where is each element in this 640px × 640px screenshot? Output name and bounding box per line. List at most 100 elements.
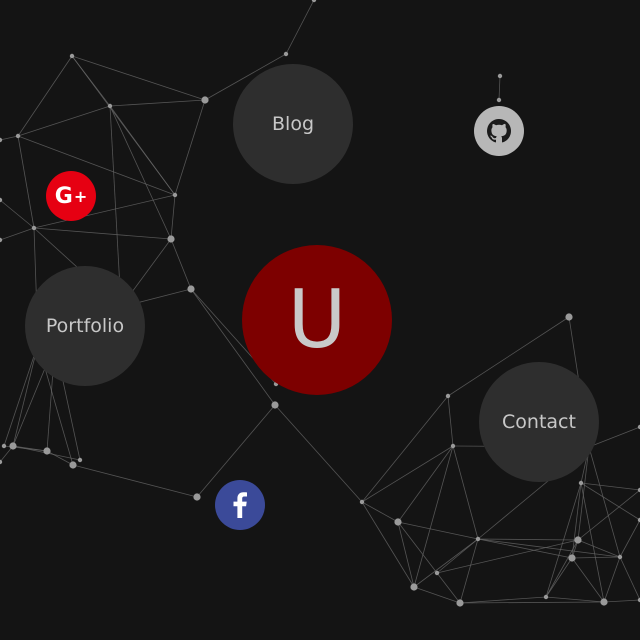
network-node — [193, 493, 201, 501]
network-line — [71, 55, 206, 101]
network-node — [9, 442, 17, 450]
network-node — [450, 443, 456, 449]
network-line — [603, 599, 640, 603]
network-line — [459, 601, 605, 604]
network-node — [543, 594, 549, 600]
network-line — [174, 99, 206, 196]
network-node — [0, 237, 3, 243]
network-node — [311, 0, 317, 3]
network-line — [361, 501, 415, 588]
network-line — [361, 445, 454, 503]
network-line — [33, 227, 172, 240]
network-node — [77, 457, 83, 463]
network-node — [600, 598, 608, 606]
network-line — [397, 521, 438, 574]
network-line — [397, 521, 479, 540]
contact-label: Contact — [502, 411, 576, 433]
blog-link[interactable]: Blog — [233, 64, 353, 184]
network-line — [477, 538, 579, 541]
network-node — [410, 583, 418, 591]
blog-label: Blog — [272, 113, 314, 135]
logo-circle[interactable]: U — [242, 245, 392, 395]
network-node — [15, 133, 21, 139]
facebook-button[interactable] — [215, 480, 265, 530]
google-plus-icon: G + — [54, 183, 88, 209]
network-line — [170, 194, 176, 240]
network-node — [271, 401, 279, 409]
network-node — [1, 443, 7, 449]
network-line — [274, 404, 363, 503]
network-node — [434, 570, 440, 576]
network-node — [69, 53, 75, 59]
github-icon — [487, 119, 511, 143]
network-line — [361, 501, 399, 523]
network-node — [445, 393, 451, 399]
network-line — [170, 238, 192, 290]
network-line — [545, 596, 605, 603]
facebook-icon — [233, 492, 247, 518]
network-line — [17, 105, 111, 137]
network-line — [498, 75, 501, 101]
network-node — [172, 192, 178, 198]
network-node — [574, 536, 582, 544]
network-node — [496, 97, 502, 103]
network-node — [475, 536, 481, 542]
network-node — [69, 461, 77, 469]
network-node — [167, 235, 175, 243]
network-line — [619, 556, 640, 601]
contact-link[interactable]: Contact — [479, 362, 599, 482]
github-button[interactable] — [474, 106, 524, 156]
network-line — [588, 446, 621, 558]
network-line — [619, 519, 640, 558]
network-node — [617, 554, 623, 560]
network-line — [571, 556, 621, 559]
network-node — [201, 96, 209, 104]
network-node — [0, 137, 3, 143]
landing-page: Blog Portfolio Contact U G + — [0, 0, 640, 640]
network-line — [17, 55, 73, 137]
network-node — [283, 51, 289, 57]
network-node — [187, 285, 195, 293]
network-node — [565, 313, 573, 321]
network-node — [394, 518, 402, 526]
network-node — [456, 599, 464, 607]
network-node — [31, 225, 37, 231]
network-line — [0, 135, 19, 141]
network-line — [361, 395, 449, 503]
network-line — [413, 538, 479, 588]
network-node — [107, 103, 113, 109]
network-line — [285, 0, 315, 55]
network-line — [545, 557, 573, 598]
network-line — [436, 572, 461, 604]
network-line — [0, 227, 35, 241]
network-line — [397, 521, 415, 588]
network-node — [568, 554, 576, 562]
google-plus-button[interactable]: G + — [46, 171, 96, 221]
network-node — [0, 459, 3, 465]
network-line — [571, 482, 582, 559]
portfolio-link[interactable]: Portfolio — [25, 266, 145, 386]
network-line — [3, 343, 39, 447]
network-line — [109, 105, 172, 240]
network-node — [578, 480, 584, 486]
network-line — [17, 135, 35, 229]
logo-letter: U — [287, 273, 347, 366]
network-line — [0, 199, 35, 229]
network-line — [71, 55, 176, 196]
network-line — [447, 395, 454, 447]
network-line — [571, 557, 605, 603]
network-line — [413, 445, 454, 588]
network-line — [72, 464, 198, 498]
network-node — [359, 499, 365, 505]
network-line — [413, 586, 461, 604]
network-line — [477, 538, 573, 559]
network-line — [459, 538, 479, 604]
network-node — [43, 447, 51, 455]
portfolio-label: Portfolio — [45, 315, 125, 337]
network-line — [452, 445, 479, 540]
network-line — [397, 445, 454, 523]
network-line — [109, 99, 206, 107]
network-line — [603, 556, 621, 603]
network-node — [497, 73, 503, 79]
network-line — [17, 135, 176, 196]
